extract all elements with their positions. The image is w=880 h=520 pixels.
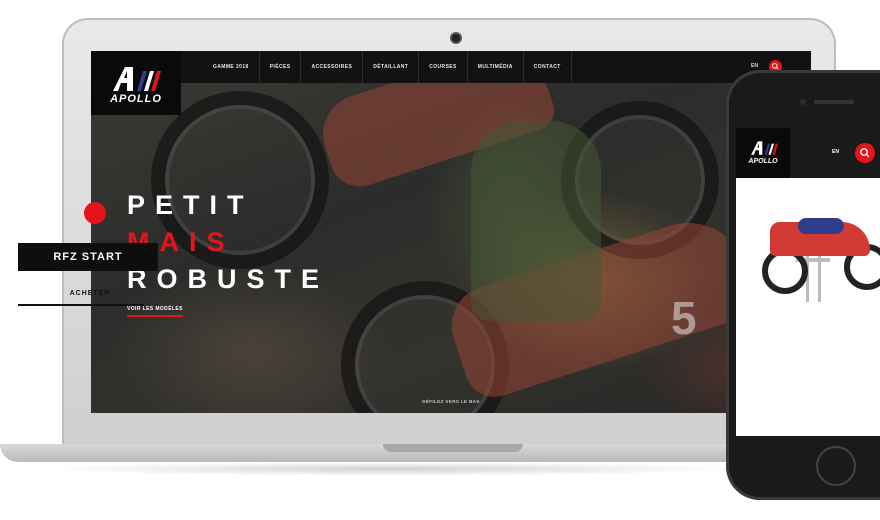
bike-stand bbox=[818, 248, 821, 302]
bike-tank bbox=[798, 218, 844, 234]
nav-item-courses[interactable]: COURSES bbox=[419, 51, 468, 83]
mobile-website: APOLLO EN bbox=[736, 128, 880, 436]
number-plate: 5 bbox=[671, 292, 697, 344]
logo-wordmark: APOLLO bbox=[110, 93, 162, 105]
phone-camera bbox=[800, 99, 806, 105]
search-icon bbox=[860, 148, 870, 158]
scroll-down-hint[interactable]: DÉFILEZ VERS LE BAS bbox=[391, 399, 511, 404]
product-image[interactable] bbox=[736, 178, 880, 308]
mobile-search-button[interactable] bbox=[855, 143, 875, 163]
apollo-logo-icon bbox=[751, 141, 778, 155]
color-option-red[interactable] bbox=[84, 202, 106, 224]
nav-item-accessoires[interactable]: ACCESSOIRES bbox=[301, 51, 364, 83]
language-switch[interactable]: EN bbox=[751, 63, 758, 69]
mobile-navigation: APOLLO EN bbox=[736, 128, 880, 178]
nav-item-contact[interactable]: CONTACT bbox=[524, 51, 572, 83]
laptop-shadow bbox=[40, 462, 740, 476]
nav-item-multimedia[interactable]: MULTIMÉDIA bbox=[468, 51, 524, 83]
nav-item-detaillant[interactable]: DÉTAILLANT bbox=[363, 51, 420, 83]
product-name: RFZ START bbox=[18, 243, 158, 271]
laptop-camera bbox=[452, 34, 460, 42]
buy-underline bbox=[18, 304, 144, 306]
view-models-link[interactable]: VOIR LES MODÈLES bbox=[127, 306, 183, 317]
nav-item-gamme[interactable]: GAMME 2018 bbox=[203, 51, 260, 83]
phone-speaker bbox=[814, 100, 854, 104]
laptop-notch bbox=[383, 444, 523, 452]
mobile-language-switch[interactable]: EN bbox=[832, 149, 839, 155]
brand-logo[interactable]: APOLLO bbox=[91, 51, 181, 115]
nav-menu: GAMME 2018 PIÈCES ACCESSOIRES DÉTAILLANT… bbox=[203, 51, 572, 83]
phone-home-button bbox=[816, 446, 856, 486]
hero-line-1: PETIT bbox=[127, 190, 254, 220]
logo-wordmark: APOLLO bbox=[748, 158, 778, 165]
main-navigation: GAMME 2018 PIÈCES ACCESSOIRES DÉTAILLANT… bbox=[91, 51, 811, 83]
nav-item-pieces[interactable]: PIÈCES bbox=[260, 51, 302, 83]
mobile-brand-logo[interactable]: APOLLO bbox=[736, 128, 790, 178]
buy-button[interactable]: ACHETER bbox=[30, 290, 150, 297]
apollo-logo-icon bbox=[113, 67, 161, 91]
rider bbox=[471, 121, 601, 321]
desktop-website: 5 GAMME 2018 PIÈCES ACCESSOIRES DÉTAILLA… bbox=[91, 51, 811, 413]
